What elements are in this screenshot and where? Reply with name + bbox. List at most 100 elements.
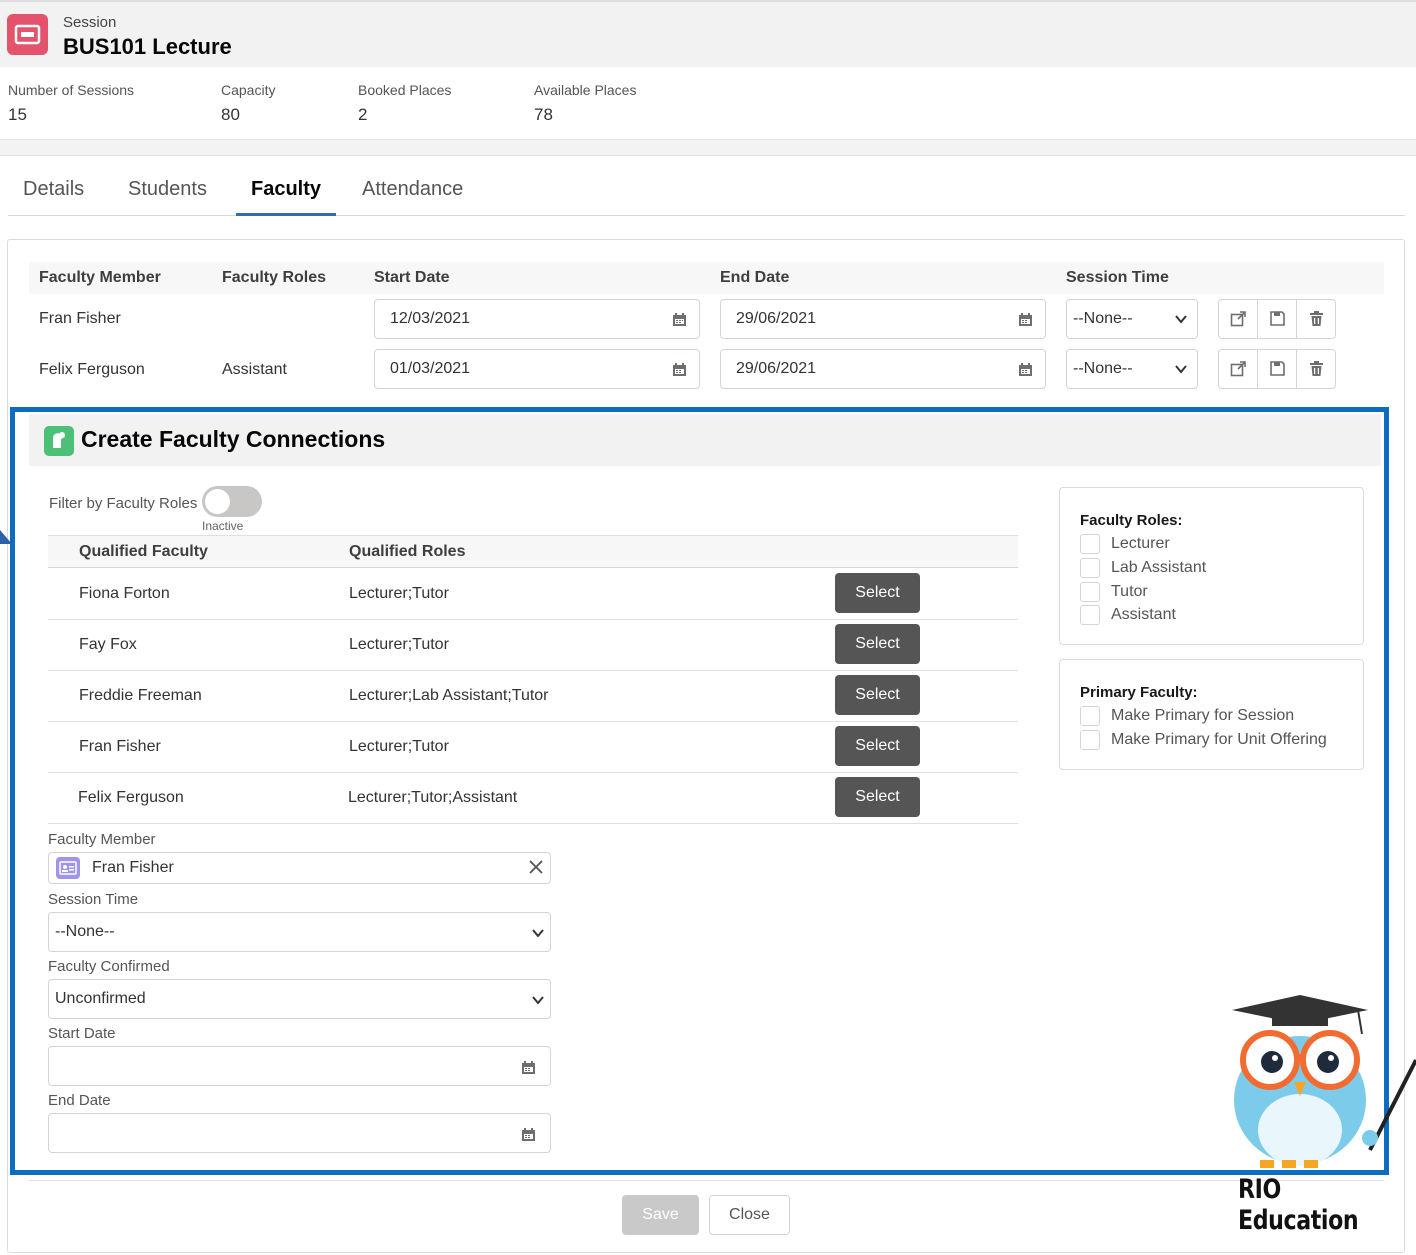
trash-icon [1310, 361, 1323, 376]
column-header-qualified-roles: Qualified Roles [349, 543, 466, 560]
row-action-buttons [1218, 349, 1336, 389]
delete-row-button[interactable] [1297, 350, 1336, 388]
checkbox[interactable] [1080, 534, 1100, 554]
highlight-number-of-sessions: Number of Sessions 15 [8, 82, 134, 125]
start-date-input[interactable]: 12/03/2021 [374, 299, 700, 339]
record-header: Session BUS101 Lecture [0, 0, 1416, 67]
qualified-faculty-name: Felix Ferguson [78, 789, 184, 806]
checkbox-label: Lab Assistant [1111, 559, 1207, 576]
toggle-knob [205, 489, 230, 514]
close-button[interactable]: Close [709, 1195, 790, 1235]
external-link-icon [1230, 311, 1246, 327]
select-button[interactable]: Select [835, 726, 920, 766]
highlight-capacity: Capacity 80 [221, 82, 275, 125]
qualified-roles-value: Lecturer;Tutor [349, 585, 449, 602]
faculty-confirmed-select[interactable]: Unconfirmed [48, 979, 551, 1019]
calendar-icon[interactable] [672, 312, 687, 327]
checkbox[interactable] [1080, 730, 1100, 750]
connections-title: Create Faculty Connections [81, 426, 386, 452]
calendar-icon[interactable] [521, 1127, 536, 1142]
highlight-label: Available Places [534, 82, 637, 98]
section-divider [0, 140, 1416, 156]
column-header-qualified-faculty: Qualified Faculty [79, 543, 208, 560]
record-type-label: Session [63, 14, 117, 31]
table-row: Fran Fisher Lecturer;Tutor Select [48, 722, 1018, 773]
lookup-value: Fran Fisher [92, 859, 174, 876]
calendar-icon[interactable] [1018, 312, 1033, 327]
end-date-value: 29/06/2021 [736, 360, 817, 377]
save-icon [1270, 361, 1285, 376]
chevron-down-icon [1175, 365, 1187, 374]
start-date-input[interactable]: 01/03/2021 [374, 349, 700, 389]
session-time-value: --None-- [55, 923, 115, 940]
qualified-faculty-name: Fiona Forton [79, 585, 170, 602]
open-button[interactable] [1219, 350, 1258, 388]
qualified-roles-value: Lecturer;Lab Assistant;Tutor [349, 687, 549, 704]
chevron-down-icon [1175, 315, 1187, 324]
end-date-input[interactable]: 29/06/2021 [720, 299, 1046, 339]
faculty-member-name: Fran Fisher [39, 310, 121, 327]
faculty-member-lookup[interactable]: Fran Fisher [48, 852, 551, 884]
select-button[interactable]: Select [835, 777, 920, 817]
checkbox[interactable] [1080, 605, 1100, 625]
session-time-select[interactable]: --None-- [1066, 299, 1198, 339]
tab-attendance[interactable]: Attendance [347, 178, 478, 216]
connections-icon [44, 426, 74, 456]
highlight-value: 80 [221, 105, 240, 124]
start-date-input[interactable] [48, 1046, 551, 1086]
calendar-icon[interactable] [672, 362, 687, 377]
table-row: Freddie Freeman Lecturer;Lab Assistant;T… [48, 671, 1018, 722]
chevron-down-icon [532, 996, 544, 1005]
table-row: Fay Fox Lecturer;Tutor Select [48, 620, 1018, 671]
record-title: BUS101 Lecture [63, 34, 232, 59]
select-button[interactable]: Select [835, 573, 920, 613]
session-time-value: --None-- [1073, 310, 1133, 327]
external-link-icon [1230, 361, 1246, 377]
delete-row-button[interactable] [1297, 300, 1336, 338]
session-time-select[interactable]: --None-- [48, 912, 551, 952]
column-header-start-date: Start Date [374, 269, 450, 286]
save-button[interactable]: Save [622, 1195, 699, 1235]
qualified-roles-value: Lecturer;Tutor [349, 636, 449, 653]
checkbox-label: Make Primary for Unit Offering [1111, 731, 1327, 748]
checkbox-label: Tutor [1111, 583, 1148, 600]
save-row-button[interactable] [1258, 300, 1297, 338]
start-date-label: Start Date [48, 1025, 116, 1042]
highlight-value: 15 [8, 105, 27, 124]
session-record-icon [7, 14, 48, 55]
save-row-button[interactable] [1258, 350, 1297, 388]
start-date-value: 01/03/2021 [390, 360, 471, 377]
faculty-confirmed-value: Unconfirmed [55, 990, 146, 1007]
arrow-icon [0, 530, 12, 544]
checkbox[interactable] [1080, 706, 1100, 726]
trash-icon [1310, 311, 1323, 326]
tab-details[interactable]: Details [8, 178, 99, 216]
owl-mascot-icon [1232, 995, 1416, 1168]
column-header-faculty-member: Faculty Member [39, 269, 161, 286]
highlight-label: Capacity [221, 82, 276, 98]
faculty-roles-card: Faculty Roles: Lecturer Lab Assistant Tu… [1059, 487, 1364, 645]
checkbox[interactable] [1080, 582, 1100, 602]
filter-toggle[interactable] [202, 486, 262, 517]
qualified-roles-value: Lecturer;Tutor;Assistant [348, 789, 518, 806]
calendar-icon[interactable] [521, 1060, 536, 1075]
highlights-panel: Number of Sessions 15 Capacity 80 Booked… [0, 67, 1416, 140]
faculty-member-name: Felix Ferguson [39, 361, 145, 378]
end-date-input[interactable] [48, 1113, 551, 1153]
tab-students[interactable]: Students [113, 178, 222, 216]
close-icon[interactable] [528, 859, 544, 875]
calendar-icon[interactable] [1018, 362, 1033, 377]
select-button[interactable]: Select [835, 675, 920, 715]
open-button[interactable] [1219, 300, 1258, 338]
start-date-value: 12/03/2021 [390, 310, 471, 327]
select-button[interactable]: Select [835, 624, 920, 664]
footer-divider [29, 1180, 1384, 1181]
checkbox-label: Make Primary for Session [1111, 707, 1295, 724]
end-date-input[interactable]: 29/06/2021 [720, 349, 1046, 389]
highlight-available-places: Available Places 78 [534, 82, 636, 125]
checkbox[interactable] [1080, 558, 1100, 578]
brand-logo-text: RIO Education [1238, 1174, 1359, 1236]
tab-faculty[interactable]: Faculty [236, 178, 337, 216]
session-time-select[interactable]: --None-- [1066, 349, 1198, 389]
faculty-confirmed-label: Faculty Confirmed [48, 958, 170, 975]
